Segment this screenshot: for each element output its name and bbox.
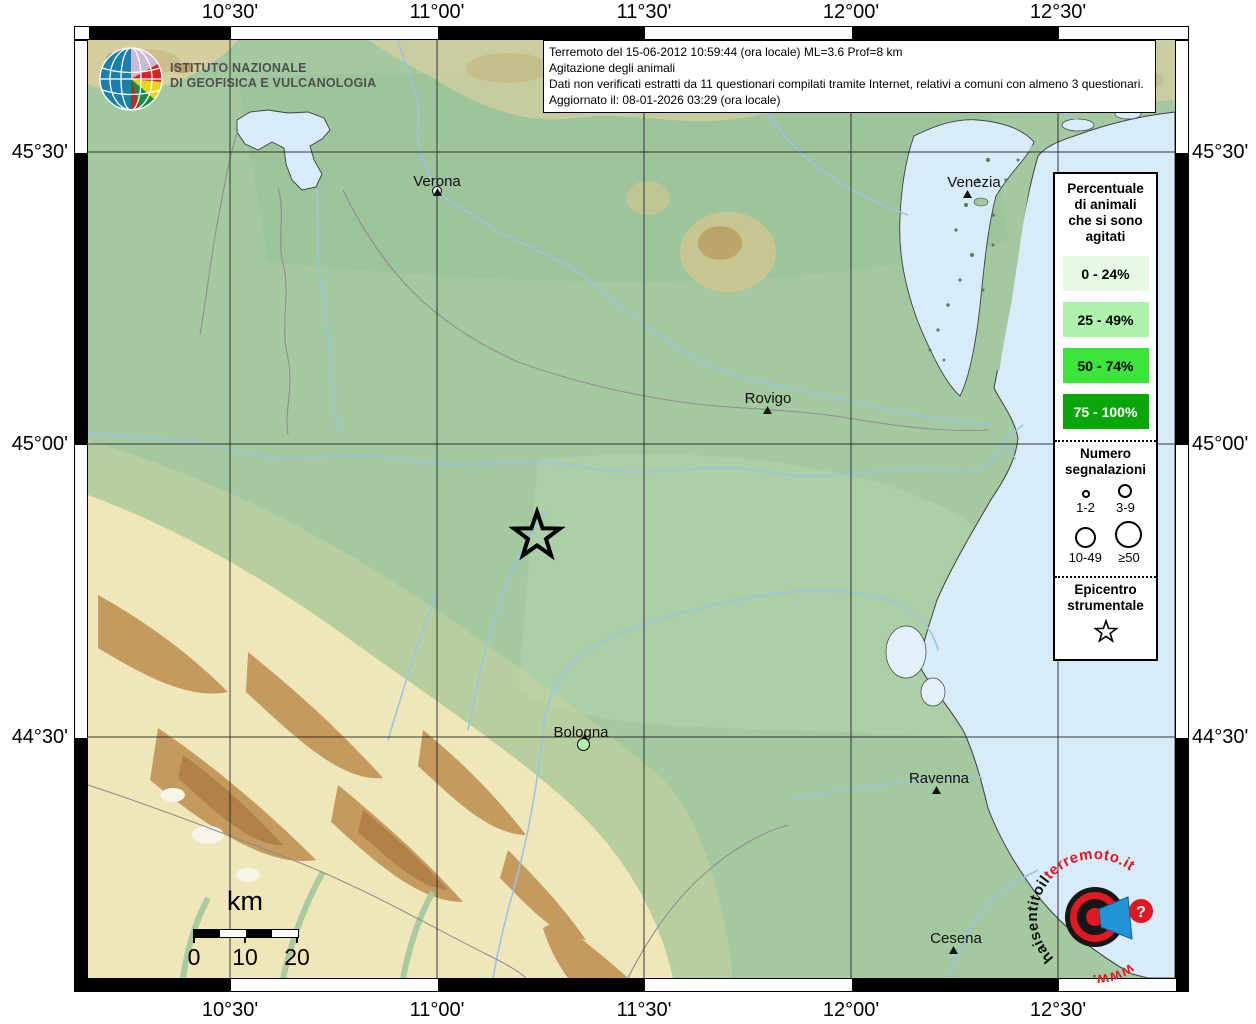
city-triangle-icon [932, 786, 941, 794]
city-label: Cesena [930, 930, 982, 947]
scalebar-bar [193, 929, 299, 938]
city-triangle-icon [763, 406, 772, 414]
city-label: Ravenna [909, 770, 969, 787]
event-subtitle: Agitazione degli animali [549, 60, 1150, 76]
signal-circle-icon [1118, 484, 1132, 498]
question-badge-glyph: ? [1136, 904, 1146, 921]
city-label: Rovigo [745, 390, 792, 407]
signal-size-label: 3-9 [1116, 500, 1135, 515]
lat-label-left: 44°30' [2, 726, 68, 748]
event-disclaimer: Dati non verificati estratti da 11 quest… [549, 76, 1150, 92]
signal-circle-icon [1082, 490, 1090, 498]
map-frame-left [74, 40, 88, 978]
epicenter-legend-star-icon [1091, 618, 1121, 646]
lon-label-bottom: 12°30' [1013, 999, 1103, 1021]
signal-circle-icon [1075, 527, 1096, 548]
legend-signals-title: Numero segnalazioni [1055, 442, 1156, 478]
lon-label-top: 12°30' [1013, 1, 1103, 23]
scalebar-tick [193, 937, 195, 943]
scalebar-unit: km [195, 886, 295, 917]
signal-size-label: 10-49 [1069, 550, 1102, 565]
lon-label-bottom: 11°00' [392, 999, 482, 1021]
map-frame-top [74, 26, 1189, 40]
lat-label-right: 45°00' [1192, 433, 1256, 455]
lat-label-right: 44°30' [1192, 726, 1256, 748]
city-label: Venezia [947, 174, 1000, 191]
event-title-box: Terremoto del 15-06-2012 10:59:44 (ora l… [543, 40, 1156, 113]
lon-label-bottom: 11°30' [599, 999, 689, 1021]
lon-label-top: 10°30' [185, 1, 275, 23]
lon-label-bottom: 10°30' [185, 999, 275, 1021]
signal-circle-icon [1115, 521, 1142, 548]
scalebar-tick-label: 10 [228, 944, 262, 971]
percent-swatch: 25 - 49% [1063, 302, 1149, 337]
scalebar-tick-label: 20 [280, 944, 314, 971]
map-canvas [88, 40, 1175, 978]
city-report-circle [577, 738, 590, 751]
legend-epicenter-section: Epicentro strumentale [1055, 576, 1156, 651]
percent-swatch: 75 - 100% [1063, 394, 1149, 429]
ingv-name-line2: DI GEOFISICA E VULCANOLOGIA [170, 76, 376, 91]
lat-label-left: 45°30' [2, 141, 68, 163]
watermark-logo: ? haisentitoilterremoto.it www. [1015, 835, 1190, 990]
scalebar-tick-label: 0 [177, 944, 211, 971]
earthquake-map-page: { "brand": { "line1": "ISTITUTO NAZIONAL… [0, 0, 1256, 1024]
watermark-text-haisentito: haisentito [1024, 882, 1057, 966]
city-triangle-icon [949, 946, 958, 954]
event-summary: Terremoto del 15-06-2012 10:59:44 (ora l… [549, 44, 1150, 60]
event-updated-at: Aggiornato il: 08-01-2026 03:29 (ora loc… [549, 92, 1150, 108]
signal-size-label: ≥50 [1118, 550, 1140, 565]
scalebar-tick [296, 937, 298, 943]
scalebar-tick [244, 937, 246, 943]
ingv-logo-globe-icon [96, 44, 166, 114]
epicenter-star-icon [507, 506, 567, 566]
signal-size-label: 1-2 [1076, 500, 1095, 515]
city-triangle-icon [433, 188, 442, 196]
percent-swatch: 50 - 74% [1063, 348, 1149, 383]
ingv-name-line1: ISTITUTO NAZIONALE [170, 61, 376, 76]
legend: Percentuale di animali che si sono agita… [1053, 172, 1158, 661]
lon-label-top: 11°30' [599, 1, 689, 23]
watermark-text-www: www. [1092, 960, 1138, 989]
question-badge-icon: ? [1129, 899, 1153, 923]
ingv-logo-text: ISTITUTO NAZIONALE DI GEOFISICA E VULCAN… [170, 61, 376, 91]
city-triangle-icon [963, 190, 972, 198]
legend-percent-title: Percentuale di animali che si sono agita… [1055, 174, 1156, 245]
watermark-text-terremoto: terremoto.it [1041, 846, 1139, 883]
lon-label-top: 12°00' [806, 1, 896, 23]
lon-label-top: 11°00' [392, 1, 482, 23]
legend-signals-section: Numero segnalazioni 1-2 3-9 10-49 ≥50 [1055, 440, 1156, 565]
percent-swatch: 0 - 24% [1063, 256, 1149, 291]
legend-epicenter-title: Epicentro strumentale [1055, 578, 1156, 614]
lat-label-right: 45°30' [1192, 141, 1256, 163]
watermark-arc-text-bottom: www. [1092, 960, 1138, 989]
lat-label-left: 45°00' [2, 433, 68, 455]
lon-label-bottom: 12°00' [806, 999, 896, 1021]
